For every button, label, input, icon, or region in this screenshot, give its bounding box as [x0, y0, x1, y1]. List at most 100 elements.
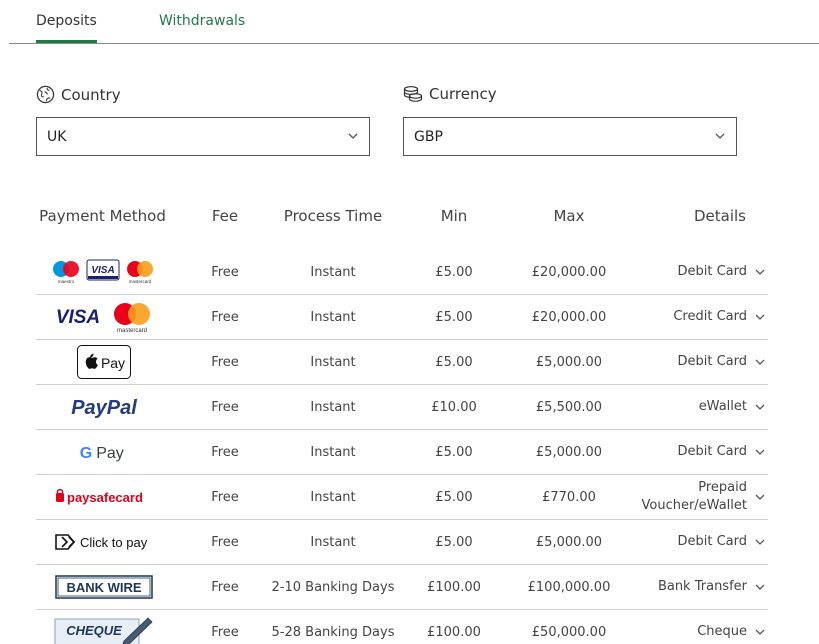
- svg-text:PayPal: PayPal: [71, 397, 137, 419]
- tab-withdrawals[interactable]: Withdrawals: [159, 13, 245, 29]
- max-cell: £5,000.00: [535, 534, 603, 550]
- process-time-cell: Instant: [310, 354, 356, 370]
- process-time-cell: Instant: [310, 534, 356, 550]
- svg-text:VISA: VISA: [91, 265, 114, 276]
- tab-bar: Deposits Withdrawals: [9, 0, 819, 44]
- google-pay-logo: G Pay: [36, 430, 172, 474]
- max-cell: £20,000.00: [531, 264, 607, 280]
- details-cell: Debit Card: [677, 444, 747, 459]
- min-cell: £100.00: [427, 624, 481, 640]
- details-cell: Cheque: [697, 624, 747, 639]
- click-to-pay-logo: Click to pay: [36, 520, 172, 564]
- fee-cell: Free: [211, 309, 239, 325]
- bank-wire-logo: BANK WIRE: [36, 565, 172, 609]
- table-row[interactable]: G Pay Free Instant £5.00 £5,000.00 Debit…: [36, 430, 768, 475]
- chevron-down-icon[interactable]: [752, 430, 768, 474]
- header-process-time: Process Time: [283, 207, 383, 225]
- min-cell: £100.00: [427, 579, 481, 595]
- currency-label: Currency: [403, 85, 497, 103]
- fee-cell: Free: [211, 399, 239, 415]
- table-row[interactable]: paysafecard Free Instant £5.00 £770.00 P…: [36, 475, 768, 520]
- min-cell: £10.00: [431, 399, 477, 415]
- svg-text:maestro: maestro: [58, 279, 75, 284]
- cheque-logo: CHEQUE: [36, 610, 172, 644]
- max-cell: £5,000.00: [535, 444, 603, 460]
- fee-cell: Free: [211, 579, 239, 595]
- country-label-text: Country: [61, 85, 121, 104]
- table-row[interactable]: BANK WIRE Free 2-10 Banking Days £100.00…: [36, 565, 768, 610]
- fee-cell: Free: [211, 354, 239, 370]
- details-cell: Debit Card: [677, 264, 747, 279]
- svg-text:mastercard: mastercard: [129, 279, 152, 284]
- fee-cell: Free: [211, 624, 239, 640]
- details-cell: eWallet: [698, 399, 747, 414]
- fee-cell: Free: [211, 444, 239, 460]
- chevron-down-icon[interactable]: [752, 565, 768, 609]
- process-time-cell: Instant: [310, 399, 356, 415]
- max-cell: £5,500.00: [535, 399, 603, 415]
- maestro-visa-mastercard-logo: maestro VISA mastercard: [36, 250, 172, 294]
- process-time-cell: Instant: [310, 489, 356, 505]
- chevron-down-icon[interactable]: [752, 295, 768, 339]
- svg-text:mastercard: mastercard: [117, 328, 147, 334]
- max-cell: £50,000.00: [531, 624, 607, 640]
- fee-cell: Free: [211, 534, 239, 550]
- paypal-logo: PayPal: [36, 385, 172, 429]
- header-payment-method: Payment Method: [39, 207, 166, 225]
- min-cell: £5.00: [435, 354, 473, 370]
- min-cell: £5.00: [435, 534, 473, 550]
- header-details: Details: [693, 207, 746, 225]
- chevron-down-icon[interactable]: [752, 385, 768, 429]
- max-cell: £100,000.00: [527, 579, 611, 595]
- table-row[interactable]: maestro VISA mastercard Free Instant £5.…: [36, 250, 768, 295]
- table-row[interactable]: VISA mastercard Free Instant £5.00 £20,0…: [36, 295, 768, 340]
- process-time-cell: 2-10 Banking Days: [271, 579, 395, 595]
- visa-mastercard-logo: VISA mastercard: [36, 295, 172, 339]
- fee-cell: Free: [211, 264, 239, 280]
- active-tab-indicator: [36, 40, 97, 43]
- table-row[interactable]: Pay Free Instant £5.00 £5,000.00 Debit C…: [36, 340, 768, 385]
- process-time-cell: Instant: [310, 264, 356, 280]
- details-cell: Bank Transfer: [657, 579, 747, 594]
- header-min: Min: [440, 207, 468, 225]
- chevron-down-icon[interactable]: [752, 475, 768, 519]
- globe-icon: [36, 85, 55, 104]
- header-fee: Fee: [211, 207, 239, 225]
- country-label: Country: [36, 85, 121, 104]
- process-time-cell: Instant: [310, 309, 356, 325]
- fee-cell: Free: [211, 489, 239, 505]
- payment-table-header: Payment Method Fee Process Time Min Max …: [36, 207, 768, 227]
- chevron-down-icon[interactable]: [752, 520, 768, 564]
- svg-text:Pay: Pay: [96, 445, 124, 462]
- country-select-value: UK: [47, 128, 67, 145]
- table-row[interactable]: CHEQUE Free 5-28 Banking Days £100.00 £5…: [36, 610, 768, 644]
- details-cell: Credit Card: [673, 309, 747, 324]
- payment-table-body: maestro VISA mastercard Free Instant £5.…: [36, 250, 768, 644]
- chevron-down-icon[interactable]: [752, 610, 768, 644]
- process-time-cell: 5-28 Banking Days: [271, 624, 395, 640]
- max-cell: £20,000.00: [531, 309, 607, 325]
- svg-text:paysafecard: paysafecard: [67, 490, 143, 505]
- chevron-down-icon: [348, 133, 358, 139]
- svg-text:BANK WIRE: BANK WIRE: [66, 580, 141, 595]
- min-cell: £5.00: [435, 264, 473, 280]
- min-cell: £5.00: [435, 489, 473, 505]
- max-cell: £5,000.00: [535, 354, 603, 370]
- svg-text:G: G: [80, 445, 92, 462]
- table-row[interactable]: PayPal Free Instant £10.00 £5,500.00 eWa…: [36, 385, 768, 430]
- details-cell: Debit Card: [677, 354, 747, 369]
- min-cell: £5.00: [435, 444, 473, 460]
- currency-select[interactable]: GBP: [403, 117, 737, 156]
- chevron-down-icon[interactable]: [752, 250, 768, 294]
- tab-deposits[interactable]: Deposits: [36, 13, 97, 29]
- svg-text:Click to pay: Click to pay: [80, 535, 148, 550]
- details-cell: Prepaid Voucher/eWallet: [641, 480, 748, 513]
- country-select[interactable]: UK: [36, 117, 370, 156]
- chevron-down-icon[interactable]: [752, 340, 768, 384]
- max-cell: £770.00: [542, 489, 596, 505]
- currency-select-value: GBP: [414, 128, 443, 145]
- svg-text:Pay: Pay: [101, 355, 125, 371]
- process-time-cell: Instant: [310, 444, 356, 460]
- table-row[interactable]: Click to pay Free Instant £5.00 £5,000.0…: [36, 520, 768, 565]
- currency-label-text: Currency: [429, 85, 497, 103]
